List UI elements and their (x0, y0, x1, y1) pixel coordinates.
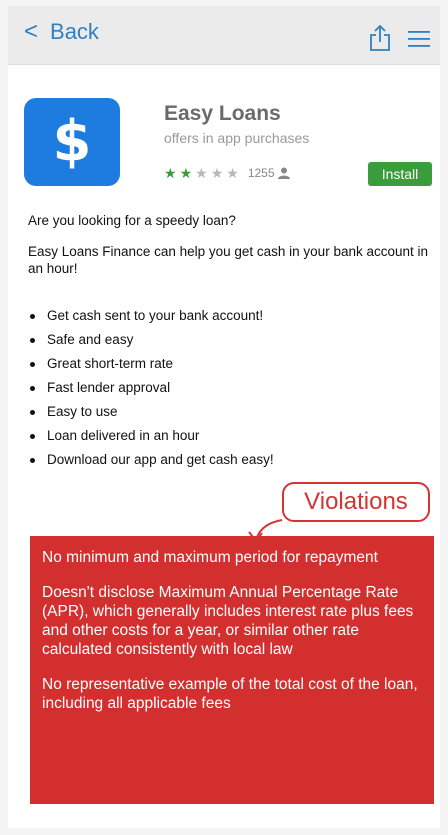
list-item-text: Great short-term rate (47, 356, 174, 371)
list-item: Download our app and get cash easy! (30, 448, 274, 472)
chevron-left-icon: < (24, 18, 39, 45)
star-icon: ★ (195, 165, 208, 181)
star-icon: ★ (164, 165, 177, 181)
bullet-icon (30, 385, 35, 391)
app-name: Easy Loans (164, 102, 281, 125)
dollar-icon: $ (53, 109, 92, 174)
bullet-icon (30, 457, 35, 463)
list-item: Get cash sent to your bank account! (30, 304, 274, 328)
menu-icon[interactable] (408, 30, 430, 48)
list-item: Great short-term rate (30, 352, 274, 376)
app-subtitle: offers in app purchases (164, 130, 310, 146)
app-icon: $ (24, 98, 120, 186)
install-button[interactable]: Install (368, 162, 432, 186)
description-intro: Easy Loans Finance can help you get cash… (28, 244, 429, 276)
back-button[interactable]: < Back (24, 19, 99, 45)
list-item-text: Fast lender approval (47, 380, 171, 395)
violation-item: No representative example of the total c… (42, 676, 418, 712)
violation-item: No minimum and maximum period for repaym… (42, 549, 378, 566)
star-icon: ★ (226, 165, 239, 181)
list-item-text: Download our app and get cash easy! (47, 452, 274, 467)
bullet-icon (30, 433, 35, 439)
svg-text:$: $ (53, 109, 92, 174)
violations-label: Violations (282, 482, 430, 522)
description: Are you looking for a speedy loan? Easy … (28, 212, 428, 291)
rating-count: 1255 (247, 166, 275, 180)
list-item-text: Get cash sent to your bank account! (47, 308, 264, 323)
feature-list: Get cash sent to your bank account! Safe … (30, 304, 274, 472)
list-item: Safe and easy (30, 328, 274, 352)
bullet-icon (30, 337, 35, 343)
violation-item: Doesn't disclose Maximum Annual Percenta… (42, 584, 414, 658)
list-item-text: Safe and easy (47, 332, 134, 347)
bullet-icon (30, 361, 35, 367)
list-item-text: Loan delivered in an hour (47, 428, 200, 443)
bullet-icon (30, 409, 35, 415)
star-icon: ★ (210, 165, 224, 181)
back-label: Back (50, 19, 99, 44)
violations-box: No minimum and maximum period for repaym… (30, 536, 434, 804)
list-item: Loan delivered in an hour (30, 424, 274, 448)
star-icon: ★ (179, 165, 193, 181)
bullet-icon (30, 313, 35, 319)
person-icon (277, 167, 290, 179)
share-icon[interactable] (368, 24, 392, 52)
list-item: Fast lender approval (30, 376, 274, 400)
rating: ★ ★ ★ ★ ★ 1255 (164, 166, 291, 180)
app-store-page: < Back $ Easy Loans offers in app purcha… (8, 6, 440, 828)
list-item: Easy to use (30, 400, 274, 424)
list-item-text: Easy to use (47, 404, 118, 419)
description-question: Are you looking for a speedy loan? (28, 213, 236, 228)
top-bar: < Back (8, 6, 440, 65)
